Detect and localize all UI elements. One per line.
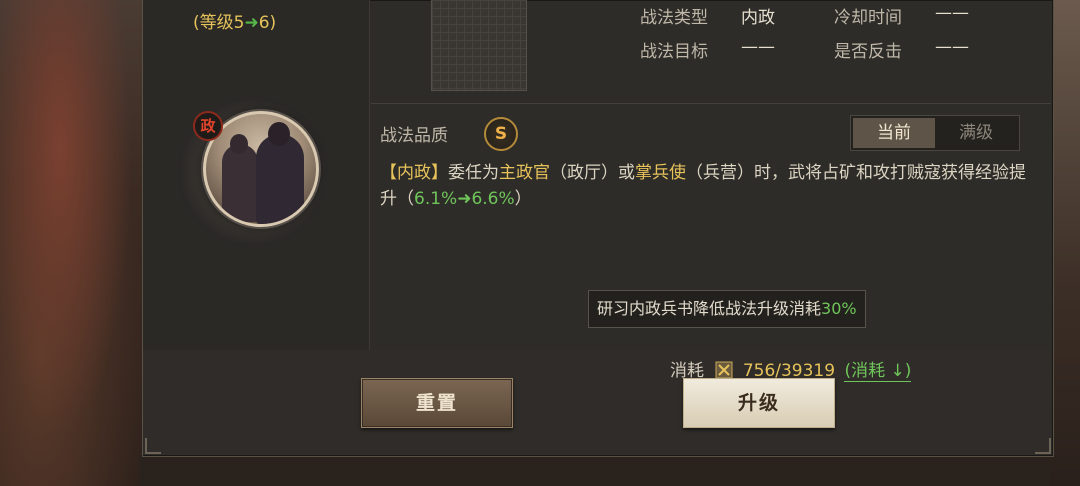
level-view-toggle: 当前 满级 (850, 115, 1020, 151)
upgrade-button[interactable]: 升级 (683, 378, 835, 428)
skill-target-label: 战法目标 (640, 42, 708, 62)
skill-description: 【内政】委任为主政官（政厅）或掌兵使（兵营）时，武将占矿和攻打贼寇获得经验提升（… (380, 163, 1026, 209)
skill-left-column: (等级5➜6) 政 (143, 0, 370, 350)
counterattack-value: —— (935, 37, 969, 57)
desc-value-to: 6.6% (471, 189, 515, 209)
skill-category-badge: 政 (193, 111, 223, 141)
cooldown-value: —— (935, 3, 969, 23)
skill-preview-grid (431, 0, 527, 91)
background-left (0, 0, 145, 486)
portrait-figure-right (256, 134, 304, 224)
cost-reduction-hint: 研习内政兵书降低战法升级消耗30% (588, 290, 866, 328)
desc-value-from: 6.1% (414, 189, 458, 209)
skill-level-text: (等级5➜6) (193, 13, 277, 33)
action-bar: 研习内政兵书降低战法升级消耗30% 消耗 756/39319 (消耗 ↓) 重置… (143, 290, 1051, 455)
background-right (1050, 0, 1080, 486)
desc-highlight-commander: 掌兵使 (635, 163, 686, 183)
reset-button[interactable]: 重置 (361, 378, 513, 428)
corner-ornament-bl (145, 438, 161, 454)
level-arrow-icon: ➜ (244, 13, 259, 33)
corner-ornament-br (1035, 438, 1051, 454)
section-divider (371, 103, 1051, 104)
skill-upgrade-panel: (等级5➜6) 政 战法类型 内政 冷却时间 —— 战法目标 —— 是否反击 —… (142, 0, 1054, 457)
desc-arrow-icon: ➜ (457, 189, 472, 209)
cost-reduction-value: 30% (821, 299, 857, 318)
cost-detail-link[interactable]: (消耗 ↓) (844, 361, 912, 382)
counterattack-label: 是否反击 (834, 42, 902, 62)
quality-label: 战法品质 (380, 126, 448, 146)
skill-type-value: 内政 (741, 8, 775, 28)
cooldown-label: 冷却时间 (834, 8, 902, 28)
desc-highlight-governor: 主政官 (499, 163, 550, 183)
quality-grade-badge: S (484, 117, 518, 151)
skill-book-icon (715, 361, 733, 379)
skill-type-label: 战法类型 (640, 8, 708, 28)
tab-current[interactable]: 当前 (853, 118, 935, 148)
tab-max-level[interactable]: 满级 (935, 118, 1017, 148)
portrait-head-right (268, 122, 290, 146)
background-bottom (140, 455, 1050, 486)
portrait-head-left (230, 134, 248, 154)
skill-target-value: —— (741, 37, 775, 57)
desc-tag: 【内政】 (380, 163, 448, 183)
portrait-figure-left (222, 144, 258, 222)
